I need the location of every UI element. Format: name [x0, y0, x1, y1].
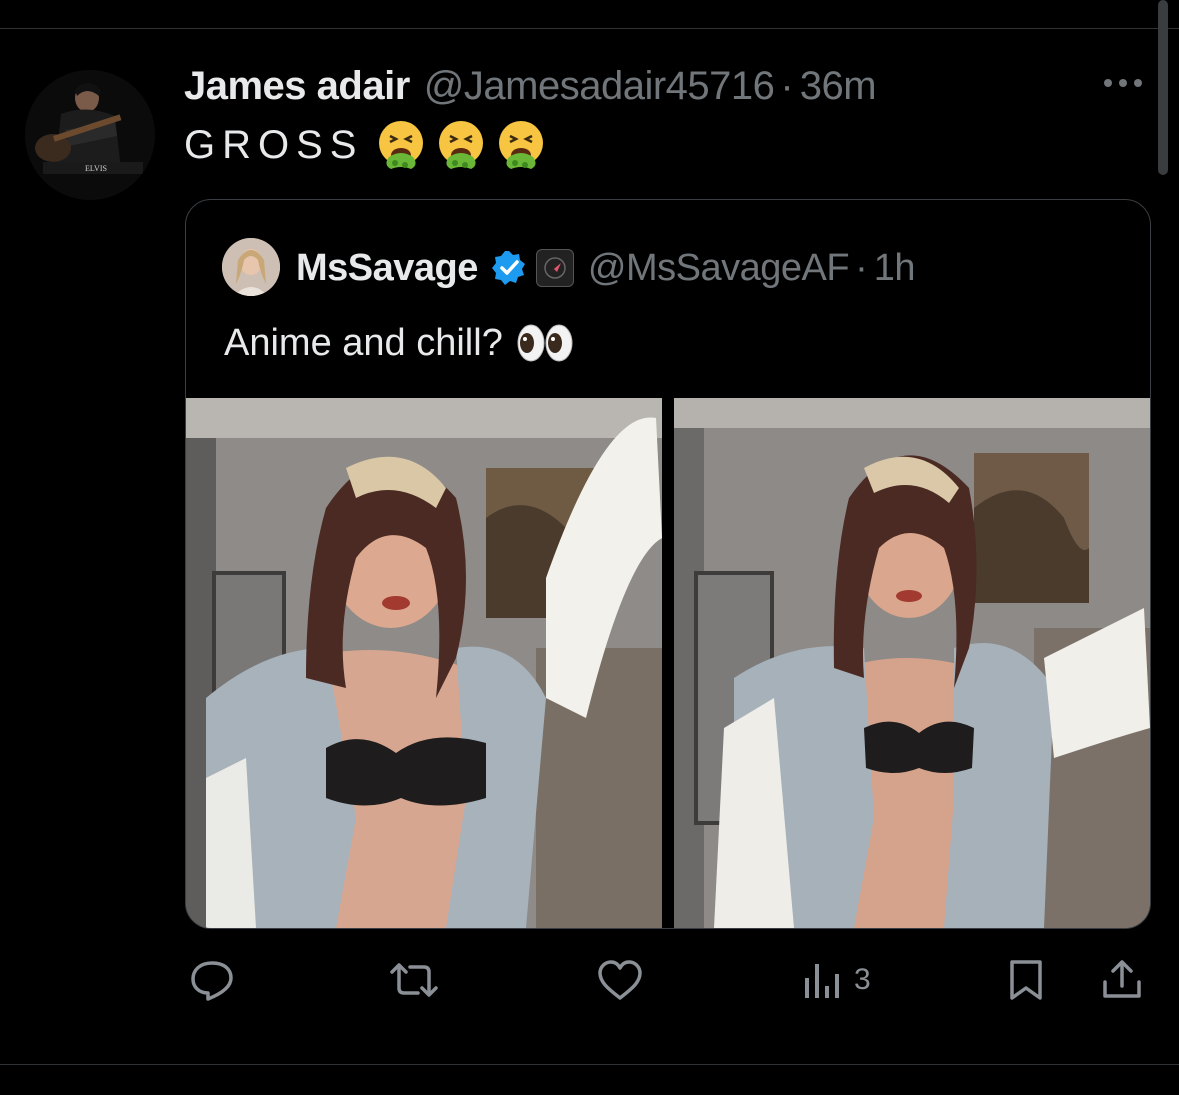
- separator-dot: ·: [855, 246, 868, 289]
- eyes-emoji: [517, 324, 573, 362]
- separator-dot: ·: [780, 63, 794, 108]
- reply-button[interactable]: [188, 958, 236, 1002]
- views-icon: [805, 964, 839, 998]
- tweet-text-content: GROSS: [184, 122, 364, 167]
- quoted-tweet-card[interactable]: MsSavage @MsSavageAF · 1h Anime and chil…: [185, 199, 1151, 929]
- face-vomiting-emoji: [499, 121, 544, 169]
- more-options-icon[interactable]: [1098, 68, 1148, 98]
- quoted-author-handle[interactable]: @MsSavageAF: [588, 247, 850, 290]
- tweet-action-bar: 3: [0, 950, 1179, 1010]
- like-icon: [598, 960, 642, 1000]
- bottom-divider: [0, 1064, 1179, 1065]
- quoted-author-name[interactable]: MsSavage: [296, 247, 478, 290]
- author-name[interactable]: James adair: [184, 64, 410, 109]
- verified-badge-icon: [491, 251, 525, 285]
- like-button[interactable]: [596, 958, 644, 1002]
- views-count: 3: [854, 963, 871, 996]
- author-handle[interactable]: @Jamesadair45716: [424, 64, 775, 109]
- quoted-tweet-text: Anime and chill?: [224, 318, 575, 368]
- tweet-text: GROSS: [184, 115, 547, 175]
- quoted-author-avatar[interactable]: [222, 238, 280, 296]
- quoted-tweet-header: MsSavage @MsSavageAF · 1h: [296, 242, 916, 294]
- reply-icon: [191, 961, 233, 1001]
- author-avatar[interactable]: ELVIS: [25, 70, 155, 200]
- quoted-tweet-timestamp[interactable]: 1h: [874, 247, 916, 290]
- share-icon: [1103, 960, 1141, 998]
- tweet-header: James adair @Jamesadair45716 · 36m: [184, 62, 877, 110]
- bookmark-icon: [1010, 960, 1042, 1000]
- top-divider: [0, 28, 1179, 29]
- media-image-2[interactable]: [674, 398, 1150, 928]
- retweet-button[interactable]: [386, 958, 442, 1002]
- share-button[interactable]: [1100, 958, 1144, 1002]
- svg-text:ELVIS: ELVIS: [85, 164, 107, 173]
- views-button[interactable]: 3: [802, 958, 871, 1002]
- bookmark-button[interactable]: [1006, 958, 1046, 1002]
- face-vomiting-emoji: [439, 121, 484, 169]
- media-image-1[interactable]: [186, 398, 662, 928]
- face-vomiting-emoji: [379, 121, 424, 169]
- retweet-icon: [390, 963, 438, 997]
- affiliation-badge-icon[interactable]: [535, 249, 574, 287]
- emoji-group: [375, 119, 547, 171]
- scrollbar[interactable]: [1158, 0, 1168, 175]
- quoted-tweet-text-content: Anime and chill?: [224, 321, 503, 364]
- tweet-timestamp[interactable]: 36m: [800, 64, 877, 109]
